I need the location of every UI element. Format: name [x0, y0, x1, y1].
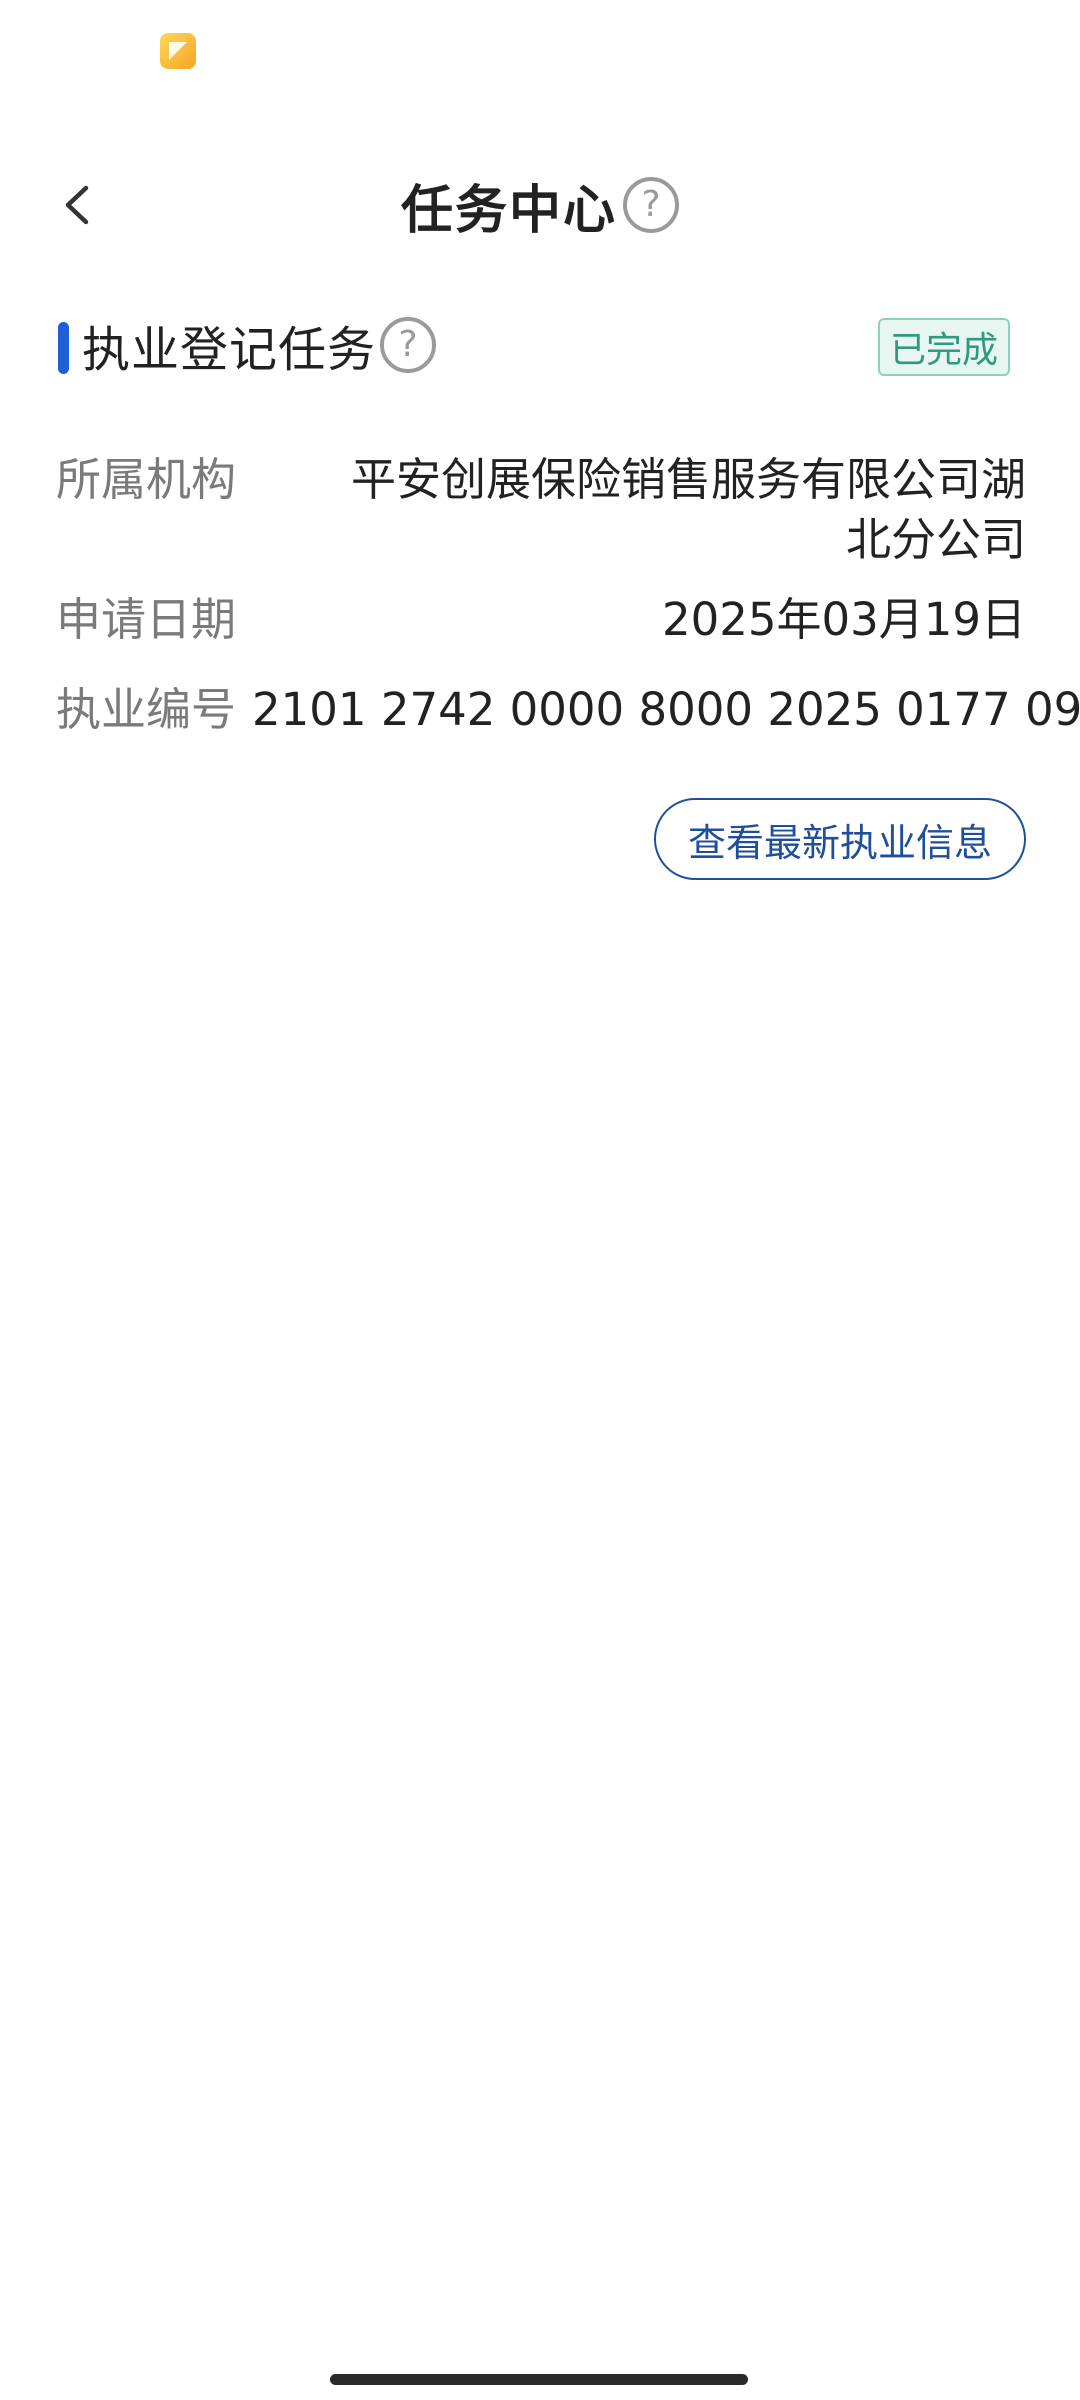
- info-row-organization: 所属机构 平安创展保险销售服务有限公司湖北分公司: [56, 450, 1026, 570]
- practice-number-label: 执业编号: [56, 683, 237, 736]
- section-title: 执业登记任务: [82, 322, 377, 378]
- task-help-icon[interactable]: ?: [380, 317, 437, 373]
- nav-header: 任务中心 ?: [0, 150, 1080, 260]
- status-badge: 已完成: [877, 318, 1010, 376]
- task-section-header: 执业登记任务 ? 已完成: [0, 310, 1080, 380]
- application-date-label: 申请日期: [56, 593, 237, 646]
- page-title: 任务中心: [400, 180, 617, 241]
- organization-label: 所属机构: [56, 453, 237, 506]
- page-title-group: 任务中心 ?: [0, 170, 1080, 241]
- app-notification-icon: [160, 33, 196, 69]
- home-indicator[interactable]: [330, 2374, 748, 2385]
- help-icon[interactable]: ?: [623, 177, 679, 233]
- practice-number-value: 2101 2742 0000 8000 2025 0177 09: [252, 683, 1080, 736]
- organization-value: 平安创展保险销售服务有限公司湖北分公司: [350, 453, 1026, 566]
- section-title-group: 执业登记任务 ?: [82, 310, 437, 380]
- info-row-practice-number: 执业编号 2101 2742 0000 8000 2025 0177 09: [56, 680, 1080, 740]
- info-row-application-date: 申请日期 2025年03月19日: [56, 590, 1026, 650]
- section-accent-bar: [58, 322, 69, 374]
- application-date-value: 2025年03月19日: [661, 593, 1026, 646]
- view-latest-practice-info-button[interactable]: 查看最新执业信息: [654, 798, 1026, 880]
